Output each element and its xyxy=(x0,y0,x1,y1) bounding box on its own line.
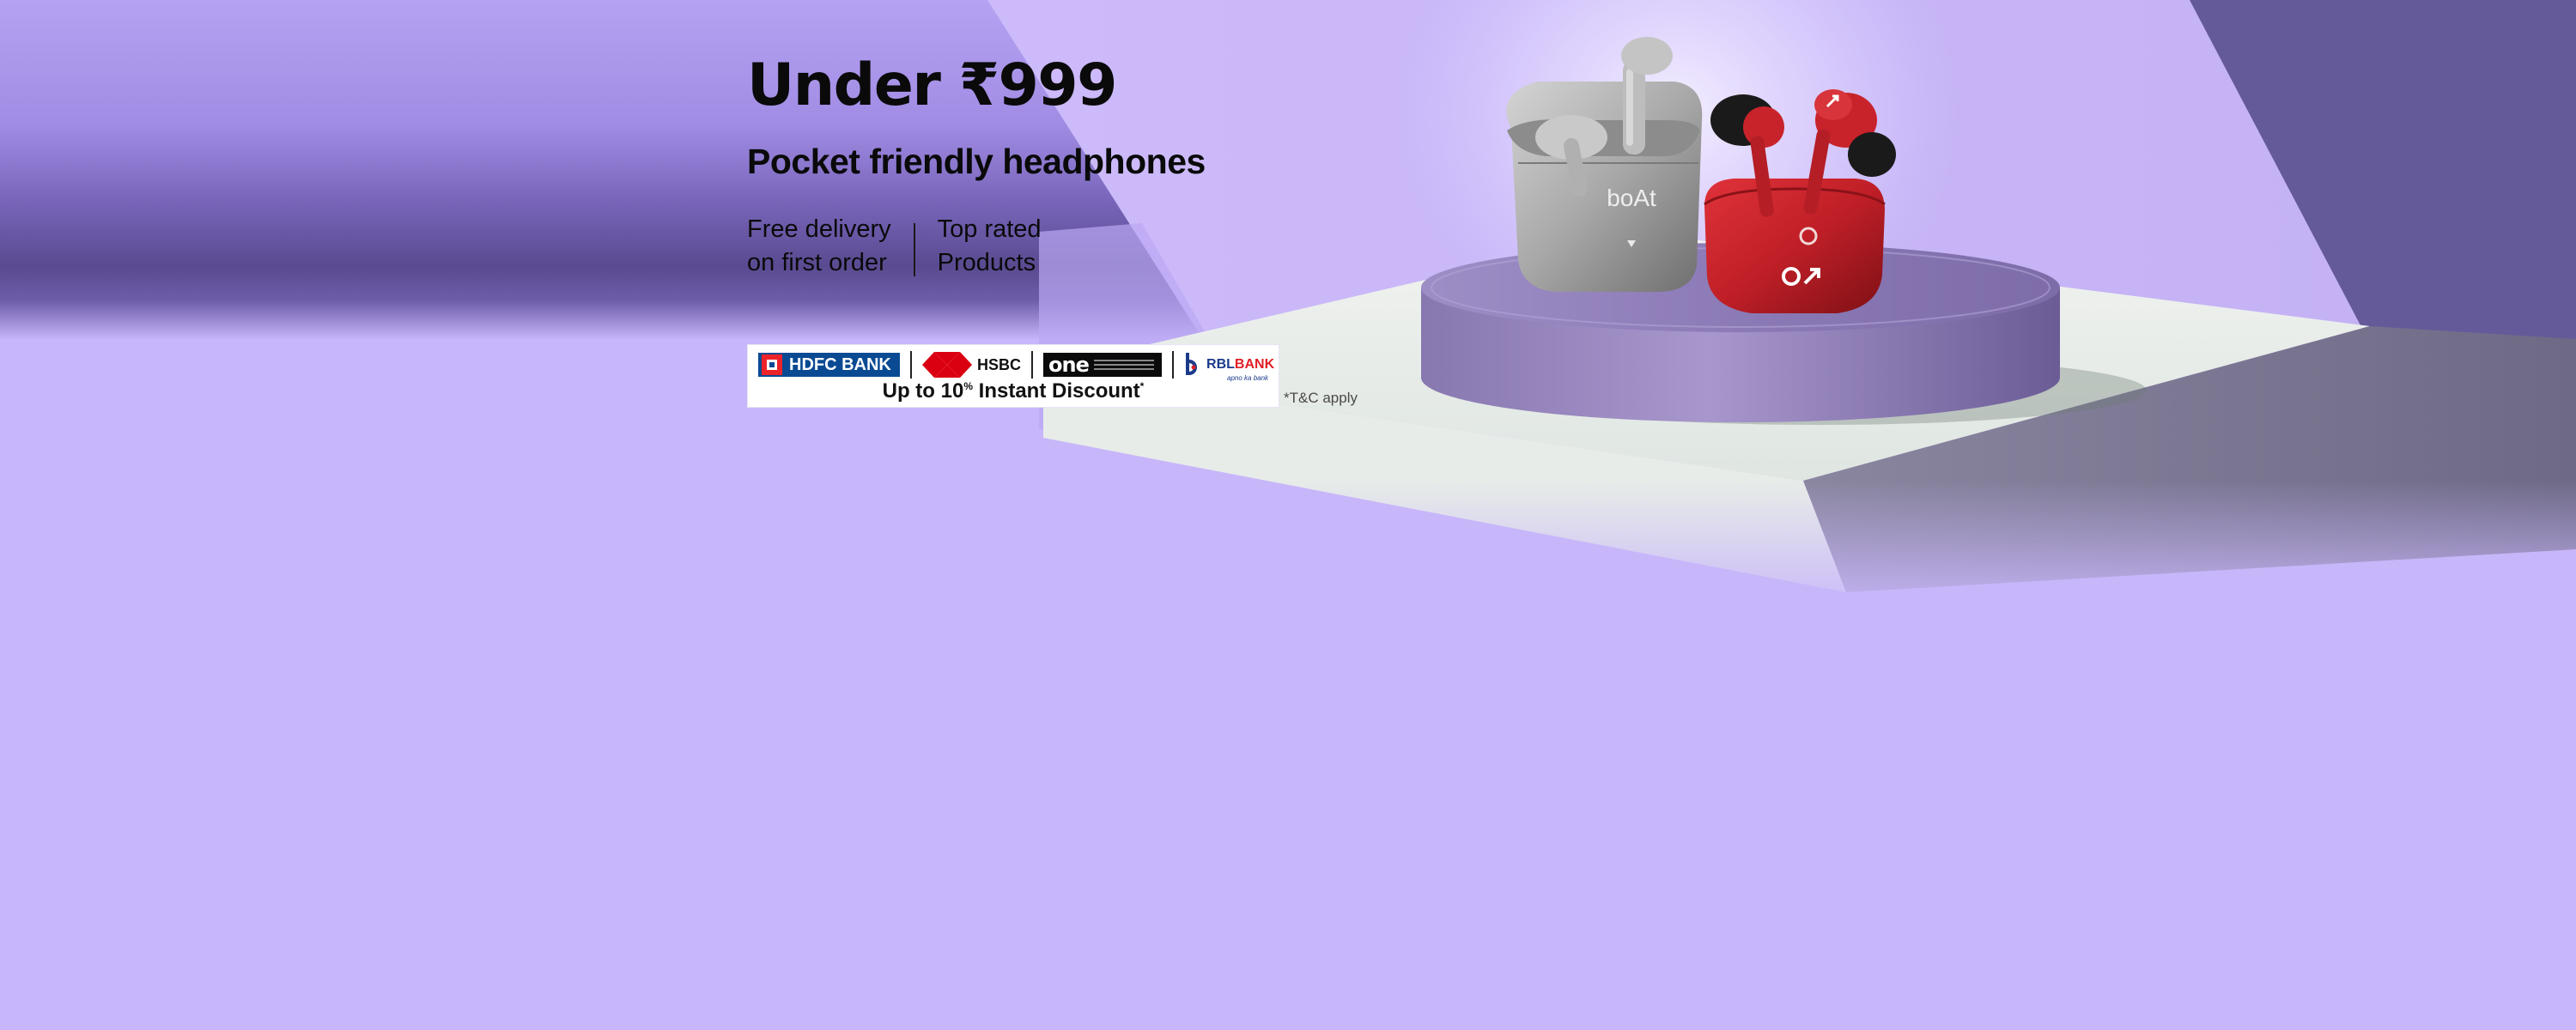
bank-name: HDFC BANK xyxy=(789,354,891,374)
discount-main: Up to 10 xyxy=(882,379,964,403)
headline: Under ₹999 xyxy=(747,52,1117,119)
feature-divider xyxy=(913,223,915,276)
logo-separator xyxy=(1031,351,1034,379)
feature-list: Free delivery on first order Top rated P… xyxy=(747,213,1042,280)
feature-line: Free delivery xyxy=(747,215,891,243)
fine-print-lines xyxy=(1093,360,1154,370)
logo-separator xyxy=(910,351,912,379)
hsbc-hexagon-icon xyxy=(922,352,972,378)
hdfc-mark-icon xyxy=(762,354,782,375)
subheadline: Pocket friendly headphones xyxy=(747,142,1206,181)
rbl-mark-icon xyxy=(1186,353,1197,375)
bank-name: RBLBANK xyxy=(1206,357,1274,373)
bank-name: one xyxy=(1048,353,1090,377)
banner-background xyxy=(0,0,2576,1030)
brand-mark-text: boAt xyxy=(1607,185,1656,211)
discount-text: Up to 10% Instant Discount* xyxy=(748,379,1279,403)
logo-separator xyxy=(1172,351,1175,379)
discount-unit: % xyxy=(963,380,973,392)
feature-line: on first order xyxy=(747,249,887,276)
onecard-logo-icon: one xyxy=(1043,353,1163,377)
hdfc-logo-icon: HDFC BANK xyxy=(758,353,900,377)
discount-mark: * xyxy=(1139,380,1145,392)
earbuds-product-image: boAt xyxy=(1506,37,1896,313)
discount-suffix: Instant Discount xyxy=(973,379,1140,403)
feature-free-delivery: Free delivery on first order xyxy=(747,213,891,280)
rbl-name-part: RBL xyxy=(1206,357,1235,372)
hsbc-logo-icon: HSBC xyxy=(922,352,1021,378)
bank-logos: HDFC BANK HSBC one RBLBANK apno ka bank xyxy=(758,350,1274,382)
rbl-logo-icon: RBLBANK apno ka bank xyxy=(1184,352,1274,382)
bank-offer-strip[interactable]: HDFC BANK HSBC one RBLBANK apno ka bank … xyxy=(748,345,1279,407)
terms-note[interactable]: *T&C apply xyxy=(1284,390,1358,407)
feature-top-rated: Top rated Products xyxy=(938,213,1042,280)
feature-line: Top rated xyxy=(937,215,1042,243)
feature-line: Products xyxy=(937,249,1036,276)
rbl-name-accent: BANK xyxy=(1234,357,1275,372)
bank-name: HSBC xyxy=(977,355,1022,373)
